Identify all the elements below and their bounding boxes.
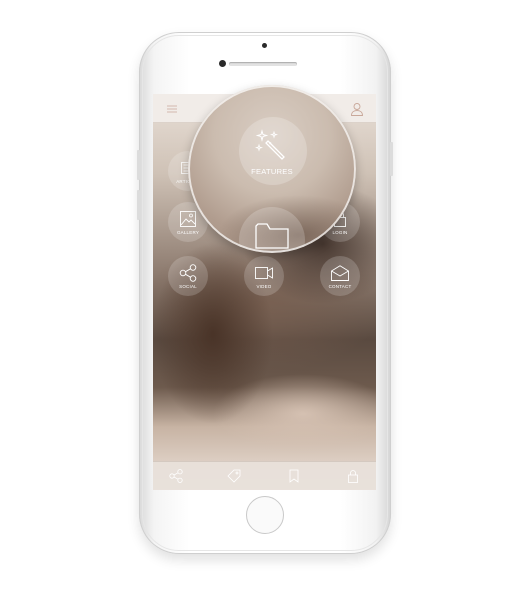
social-label: SOCIAL [179, 284, 197, 289]
lock-icon[interactable] [346, 469, 360, 483]
bookmark-icon[interactable] [287, 469, 301, 483]
magic-wand-icon [255, 129, 285, 160]
grid-item-contact[interactable]: CONTACT [320, 256, 360, 296]
menu-icon[interactable] [167, 105, 177, 113]
tag-icon[interactable] [227, 469, 241, 483]
volume-button [137, 150, 140, 180]
user-icon[interactable] [350, 102, 364, 116]
share-icon[interactable] [169, 469, 183, 483]
share-icon [179, 264, 197, 282]
features-label: FEATURES [251, 167, 293, 176]
grid-item-video[interactable]: VIDEO [244, 256, 284, 296]
gallery-label: GALLERY [176, 230, 200, 235]
front-camera [262, 43, 267, 48]
grid-item-social[interactable]: SOCIAL [168, 256, 208, 296]
envelope-icon [331, 265, 349, 281]
volume-button [137, 190, 140, 220]
social-circle [168, 256, 208, 296]
home-button[interactable] [246, 496, 284, 534]
video-label: VIDEO [256, 284, 272, 289]
power-button [390, 142, 393, 176]
folder-circle[interactable] [239, 207, 305, 253]
app-bottom-bar [153, 461, 376, 490]
earpiece-speaker [229, 62, 297, 66]
video-camera-icon [255, 267, 273, 279]
sensor [219, 60, 226, 67]
folder-icon [255, 223, 289, 249]
magnifier-lens: FEATURES [188, 85, 356, 253]
video-circle [244, 256, 284, 296]
image-icon [180, 211, 196, 227]
contact-circle [320, 256, 360, 296]
contact-label: CONTACT [328, 284, 352, 289]
